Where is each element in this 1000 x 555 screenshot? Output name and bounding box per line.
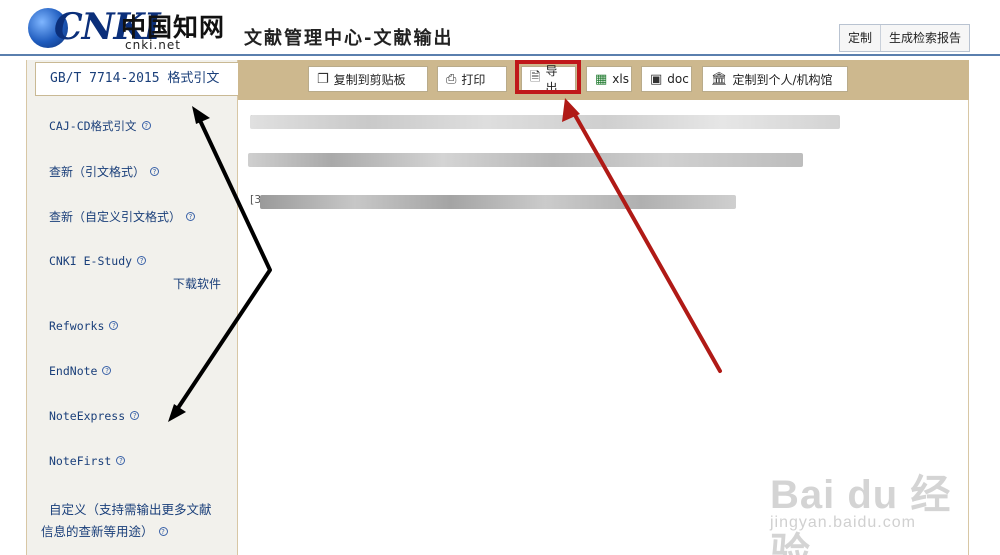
help-icon[interactable]: ? xyxy=(150,167,160,176)
sidebar-item-noteexpress[interactable]: NoteExpress? xyxy=(49,409,140,423)
generate-report-button[interactable]: 生成检索报告 xyxy=(881,25,969,51)
sidebar-item-custom-line1[interactable]: 自定义（支持需输出更多文献 xyxy=(49,499,212,518)
logo-domain: cnki.net xyxy=(125,38,181,52)
sidebar-item-custom-line2[interactable]: 信息的查新等用途）? xyxy=(41,521,168,540)
sidebar-item-label: CAJ-CD格式引文 xyxy=(49,119,137,133)
sidebar-item-caj-cd[interactable]: CAJ-CD格式引文? xyxy=(49,118,151,134)
institution-icon: 🏛 xyxy=(711,71,728,87)
floppy-disk-icon: ▣ xyxy=(650,71,663,87)
copy-icon: ❐ xyxy=(317,71,329,87)
export-highlight-box xyxy=(515,60,581,94)
header-divider xyxy=(0,54,1000,56)
page-title: 文献管理中心-文献输出 xyxy=(244,28,454,49)
help-icon[interactable]: ? xyxy=(137,256,147,265)
help-icon[interactable]: ? xyxy=(102,366,112,375)
print-button[interactable]: ⎙ 打印 xyxy=(437,66,507,92)
help-icon[interactable]: ? xyxy=(109,321,119,330)
reference-3-blurred xyxy=(260,195,736,209)
sidebar-item-label: 查新（自定义引文格式） xyxy=(49,210,182,224)
xls-button[interactable]: ▦ xls xyxy=(586,66,632,92)
help-icon[interactable]: ? xyxy=(130,411,140,420)
toolbar: ❐ 复制到剪贴板 ⎙ 打印 🗎 导出 ▦ xls ▣ doc 🏛 定制到个人/机… xyxy=(238,60,969,100)
sidebar-item-label: 自定义（支持需输出更多文献 xyxy=(49,502,212,517)
sidebar-item-refworks[interactable]: Refworks? xyxy=(49,319,119,333)
sidebar-item-label: 查新（引文格式） xyxy=(49,165,146,179)
excel-icon: ▦ xyxy=(595,71,608,87)
doc-label: doc xyxy=(667,72,689,86)
sidebar-item-label: NoteExpress xyxy=(49,409,126,423)
customize-button[interactable]: 定制 xyxy=(840,25,882,51)
sidebar-item-label: EndNote xyxy=(49,364,98,378)
header: CNKI 中国知网 cnki.net 文献管理中心-文献输出 定制 生成检索报告 xyxy=(0,0,1000,60)
print-label: 打印 xyxy=(461,72,486,87)
copy-label: 复制到剪贴板 xyxy=(333,72,406,87)
xls-label: xls xyxy=(612,72,629,86)
help-icon[interactable]: ? xyxy=(186,212,196,221)
sidebar: GB/T 7714-2015 格式引文 CAJ-CD格式引文? 查新（引文格式）… xyxy=(26,60,239,555)
sidebar-item-notefirst[interactable]: NoteFirst? xyxy=(49,454,126,468)
help-icon[interactable]: ? xyxy=(158,527,168,536)
download-software-link[interactable]: 下载软件 xyxy=(173,275,221,292)
sidebar-item-endnote[interactable]: EndNote? xyxy=(49,364,112,378)
header-button-group: 定制 生成检索报告 xyxy=(839,24,971,52)
sidebar-item-novelty-custom[interactable]: 查新（自定义引文格式）? xyxy=(49,208,196,225)
doc-button[interactable]: ▣ doc xyxy=(641,66,692,92)
sidebar-item-gbt7714[interactable]: GB/T 7714-2015 格式引文 xyxy=(35,62,239,96)
baidu-jingyan-watermark: Bai du 经验 jingyan.baidu.com xyxy=(770,462,970,555)
help-icon[interactable]: ? xyxy=(141,121,151,130)
watermark-sub: jingyan.baidu.com xyxy=(770,514,916,531)
custom-label: 定制到个人/机构馆 xyxy=(732,72,833,87)
reference-2-blurred xyxy=(248,153,803,167)
cnki-logo[interactable]: CNKI 中国知网 cnki.net xyxy=(28,6,228,52)
reference-1-blurred xyxy=(250,115,840,129)
sidebar-item-label: CNKI E-Study xyxy=(49,254,133,268)
sidebar-item-label: 信息的查新等用途） xyxy=(41,524,154,539)
sidebar-item-estudy[interactable]: CNKI E-Study? xyxy=(49,254,147,268)
save-to-library-button[interactable]: 🏛 定制到个人/机构馆 xyxy=(702,66,848,92)
copy-to-clipboard-button[interactable]: ❐ 复制到剪贴板 xyxy=(308,66,428,92)
help-icon[interactable]: ? xyxy=(116,456,126,465)
sidebar-item-novelty-citation[interactable]: 查新（引文格式）? xyxy=(49,163,160,180)
sidebar-item-label: NoteFirst xyxy=(49,454,112,468)
sidebar-item-label: Refworks xyxy=(49,319,105,333)
watermark-main: Bai du 经验 xyxy=(770,473,952,555)
printer-icon: ⎙ xyxy=(446,71,457,87)
